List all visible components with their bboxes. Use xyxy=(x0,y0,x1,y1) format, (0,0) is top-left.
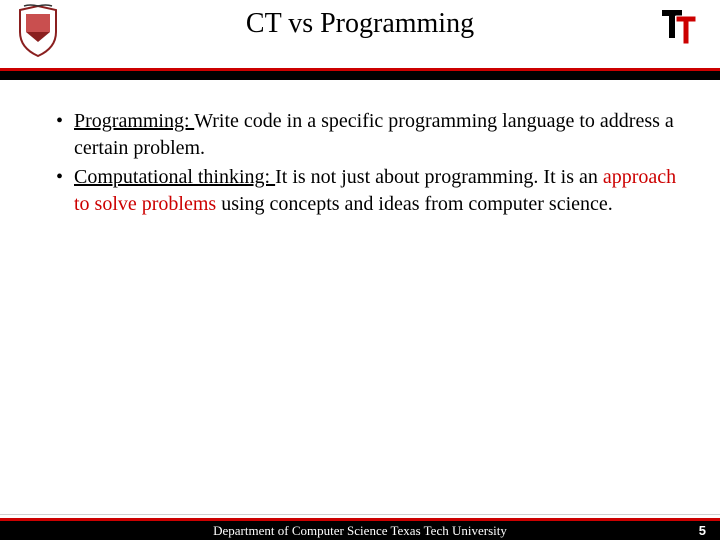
slide-title: CT vs Programming xyxy=(16,0,704,40)
bullet-item: Computational thinking: It is not just a… xyxy=(56,164,680,218)
university-crest-icon xyxy=(18,4,58,58)
page-number: 5 xyxy=(699,523,706,538)
footer-text: Department of Computer Science Texas Tec… xyxy=(213,523,507,539)
bullet-text-lead: It is not just about programming. It is … xyxy=(275,166,603,188)
header-divider xyxy=(0,68,720,80)
slide-body: Programming: Write code in a specific pr… xyxy=(0,80,720,218)
footer-top-line xyxy=(0,514,720,515)
slide-footer: Department of Computer Science Texas Tec… xyxy=(0,518,720,540)
bullet-item: Programming: Write code in a specific pr… xyxy=(56,108,680,162)
slide-header: CT vs Programming xyxy=(0,0,720,68)
double-t-logo-icon xyxy=(658,6,702,50)
bullet-term: Programming: xyxy=(74,110,194,132)
bullet-term: Computational thinking: xyxy=(74,166,275,188)
bullet-text-tail: using concepts and ideas from computer s… xyxy=(216,193,613,215)
